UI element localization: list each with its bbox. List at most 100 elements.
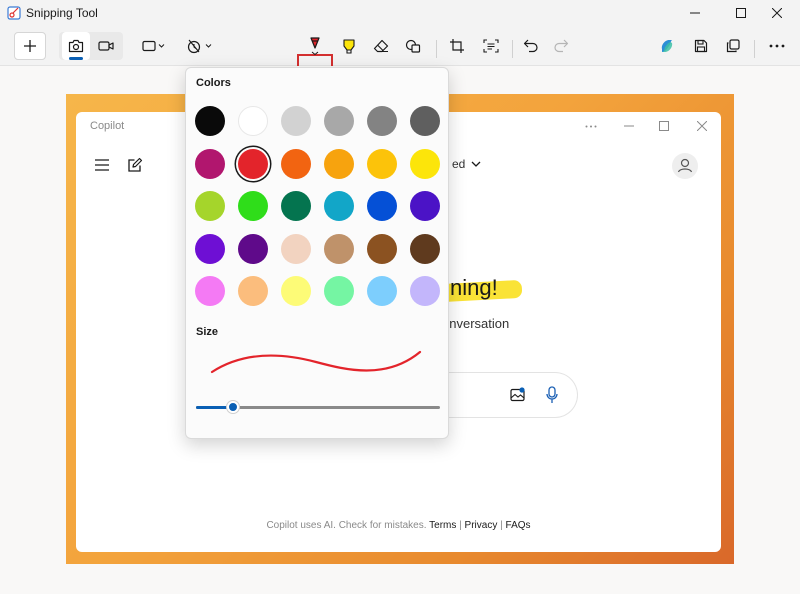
color-swatch[interactable] — [324, 276, 354, 306]
more-horizontal-icon — [769, 44, 785, 48]
copilot-header-text: ed — [452, 157, 466, 171]
footer-terms-link: Terms — [429, 520, 457, 531]
copy-icon — [726, 39, 740, 53]
close-icon — [772, 8, 782, 18]
image-upload-icon — [510, 387, 525, 402]
copilot-greeting: ning! — [450, 275, 498, 300]
minimize-icon — [690, 12, 700, 14]
color-swatch[interactable] — [324, 233, 354, 264]
color-swatch[interactable] — [324, 191, 354, 221]
crop-button[interactable] — [444, 32, 470, 60]
color-swatch[interactable] — [367, 191, 397, 221]
camera-icon — [68, 39, 84, 53]
color-swatch[interactable] — [195, 276, 225, 306]
copy-button[interactable] — [720, 32, 746, 60]
color-swatch[interactable] — [281, 276, 311, 306]
more-options-button[interactable] — [763, 32, 791, 60]
undo-button[interactable] — [518, 32, 544, 60]
text-actions-icon — [483, 39, 499, 53]
footer-separator: | — [459, 520, 462, 531]
redo-icon — [554, 39, 569, 53]
shapes-button[interactable] — [400, 32, 426, 60]
copilot-maximize-icon — [654, 116, 674, 136]
shapes-icon — [405, 39, 421, 53]
eraser-icon — [373, 39, 389, 53]
ballpoint-pen-icon — [310, 37, 320, 56]
hamburger-menu-icon — [95, 159, 109, 171]
color-swatch[interactable] — [238, 148, 268, 179]
copilot-icon — [661, 40, 673, 52]
toolbar-separator — [436, 40, 437, 58]
footer-separator: | — [500, 520, 503, 531]
color-swatch[interactable] — [367, 233, 397, 264]
footer-disclaimer: Copilot uses AI. Check for mistakes. — [266, 520, 427, 531]
timer-off-icon — [187, 39, 212, 54]
color-swatch[interactable] — [281, 148, 311, 179]
color-swatch[interactable] — [238, 276, 268, 306]
copilot-close-icon — [692, 116, 712, 136]
highlighter-button[interactable] — [336, 32, 362, 60]
color-swatch[interactable] — [195, 106, 225, 136]
maximize-icon — [736, 8, 746, 18]
snipping-tool-app-icon — [7, 6, 21, 20]
toolbar-separator — [754, 40, 755, 58]
color-swatch[interactable] — [367, 106, 397, 136]
copilot-window-title: Copilot — [90, 120, 125, 132]
redo-button[interactable] — [548, 32, 574, 60]
color-swatch[interactable] — [410, 276, 440, 306]
microphone-icon — [546, 386, 558, 403]
toolbar — [0, 26, 800, 86]
delay-dropdown[interactable] — [182, 32, 218, 60]
snip-mode-button[interactable] — [62, 32, 90, 60]
color-swatch[interactable] — [324, 148, 354, 179]
color-swatch[interactable] — [281, 106, 311, 136]
color-swatch[interactable] — [238, 106, 268, 136]
size-slider-thumb[interactable] — [226, 401, 239, 413]
pen-settings-flyout: Colors Size — [185, 67, 449, 439]
color-swatch[interactable] — [238, 233, 268, 264]
color-swatch[interactable] — [195, 191, 225, 221]
copilot-subtitle: onversation — [442, 316, 510, 331]
eraser-button[interactable] — [368, 32, 394, 60]
toolbar-separator — [512, 40, 513, 58]
copilot-button[interactable] — [654, 32, 680, 60]
color-swatch[interactable] — [238, 191, 268, 221]
new-snip-button[interactable] — [14, 32, 46, 60]
window-title: Snipping Tool — [26, 6, 98, 20]
color-swatch[interactable] — [195, 148, 225, 179]
avatar-icon — [672, 153, 698, 179]
color-swatch[interactable] — [367, 276, 397, 306]
crop-icon — [450, 39, 464, 53]
footer-faqs-link: FAQs — [505, 520, 531, 531]
active-mode-indicator — [69, 57, 83, 60]
size-label: Size — [196, 326, 219, 338]
color-swatch[interactable] — [281, 191, 311, 221]
plus-icon — [24, 40, 36, 52]
text-actions-button[interactable] — [478, 32, 504, 60]
copilot-more-icon — [581, 116, 601, 136]
color-swatch[interactable] — [410, 191, 440, 221]
color-swatch[interactable] — [410, 148, 440, 179]
color-swatch[interactable] — [367, 148, 397, 179]
color-swatch[interactable] — [195, 233, 225, 264]
rectangle-snip-icon — [142, 40, 165, 52]
color-swatch[interactable] — [281, 233, 311, 264]
copilot-header-partial: ed — [452, 157, 481, 171]
highlighter-icon — [343, 39, 355, 54]
undo-icon — [523, 39, 538, 53]
footer-privacy-link: Privacy — [464, 520, 498, 531]
chevron-down-icon — [471, 161, 481, 167]
color-swatch[interactable] — [324, 106, 354, 136]
save-icon — [694, 39, 708, 53]
copilot-minimize-icon — [619, 116, 639, 136]
color-swatch[interactable] — [410, 106, 440, 136]
save-button[interactable] — [688, 32, 714, 60]
record-mode-button[interactable] — [92, 32, 120, 60]
minimize-button[interactable] — [672, 0, 718, 26]
color-swatch[interactable] — [410, 233, 440, 264]
ballpoint-pen-button[interactable] — [300, 32, 330, 60]
video-camera-icon — [98, 41, 114, 51]
snip-shape-dropdown[interactable] — [138, 32, 170, 60]
copilot-footer: Copilot uses AI. Check for mistakes. Ter… — [76, 520, 721, 531]
close-button[interactable] — [754, 0, 800, 26]
